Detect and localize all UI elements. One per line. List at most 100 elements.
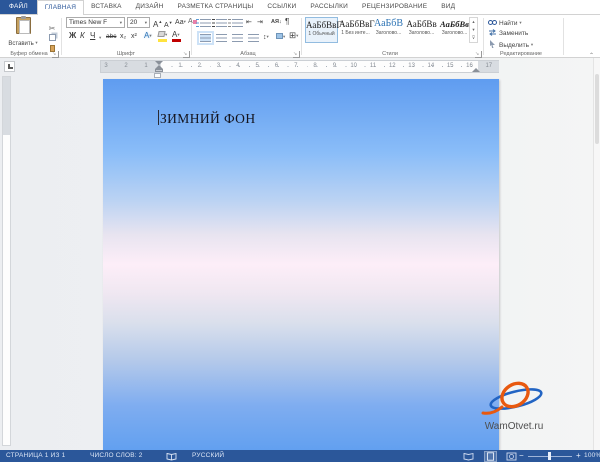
bold-button[interactable]: Ж	[69, 31, 76, 41]
ruler-number: 3	[217, 63, 220, 69]
font-dialog-launcher[interactable]: ↘	[183, 51, 190, 58]
zoom-level[interactable]: 100%	[584, 450, 600, 462]
grow-font-button[interactable]: А▲	[153, 17, 162, 30]
document-canvas: 3211234567891011121314151617 ЗИМНИЙ ФОН …	[0, 58, 600, 450]
tab-mailings[interactable]: РАССЫЛКИ	[303, 0, 355, 14]
styles-gallery-scroll[interactable]: ▴▾⊽	[469, 17, 478, 43]
document-text[interactable]: ЗИМНИЙ ФОН	[160, 111, 255, 127]
zoom-slider-thumb[interactable]	[548, 452, 551, 460]
document-page[interactable]: ЗИМНИЙ ФОН	[103, 79, 499, 450]
line-spacing-button[interactable]: ↕▾	[263, 32, 269, 42]
text-effects-button[interactable]: А▾	[144, 31, 152, 41]
change-case-button[interactable]: Аа▾	[175, 17, 186, 28]
editing-group-label: Редактирование	[486, 51, 556, 57]
tab-review[interactable]: РЕЦЕНЗИРОВАНИЕ	[355, 0, 434, 14]
style-heading2[interactable]: АаБбВв Заголово...	[405, 17, 438, 43]
language-status[interactable]: РУССКИЙ	[192, 450, 224, 462]
ruler-number: 3	[104, 63, 107, 69]
align-right-button[interactable]	[232, 34, 243, 42]
proofing-status-icon[interactable]	[166, 452, 177, 462]
justify-button[interactable]	[248, 34, 259, 42]
numbering-icon	[212, 19, 215, 27]
left-indent-marker[interactable]	[155, 69, 163, 72]
sort-button[interactable]: АЯ↓	[271, 18, 282, 27]
indent-handle[interactable]	[154, 73, 161, 78]
paste-button[interactable]: Вставить ▾	[4, 17, 42, 50]
tab-home[interactable]: ГЛАВНАЯ	[37, 0, 84, 15]
watermark: WamOtvet.ru	[472, 380, 556, 432]
ruler-number: 1	[178, 63, 181, 69]
replace-button[interactable]: Заменить	[488, 29, 528, 38]
zoom-in-button[interactable]: +	[576, 450, 581, 461]
select-button[interactable]: Выделить ▾	[488, 40, 533, 50]
style-preview: АаБбВв	[438, 18, 471, 30]
cut-button[interactable]: ✂	[45, 18, 59, 28]
ruler-number: 1	[144, 63, 147, 69]
multilevel-list-button[interactable]	[232, 19, 243, 27]
align-center-button[interactable]	[216, 34, 227, 42]
superscript-button[interactable]: х²	[131, 32, 137, 42]
subscript-button[interactable]: х₂	[120, 32, 126, 42]
tab-view[interactable]: ВИД	[434, 0, 462, 14]
zoom-out-button[interactable]: −	[519, 450, 524, 461]
tab-insert[interactable]: ВСТАВКА	[84, 0, 129, 14]
wamotvet-logo-icon	[472, 380, 556, 420]
italic-button[interactable]: К	[80, 31, 85, 41]
vertical-scrollbar[interactable]	[593, 58, 600, 450]
numbering-button[interactable]	[216, 19, 227, 27]
underline-button[interactable]: Ч	[90, 31, 95, 41]
find-icon	[488, 19, 497, 26]
ruler-number: 5	[256, 63, 259, 69]
show-marks-button[interactable]: ¶	[285, 17, 289, 26]
highlight-color-button[interactable]: ▾	[158, 30, 167, 40]
scrollbar-thumb[interactable]	[595, 74, 599, 144]
strikethrough-button[interactable]: abc	[106, 32, 116, 42]
font-color-bar	[172, 39, 181, 42]
ribbon: Вставить ▾ ✂ Буфер обмена ↘ Times New F▾…	[0, 14, 600, 58]
vertical-ruler[interactable]	[2, 76, 11, 446]
print-layout-button[interactable]	[485, 452, 496, 461]
clipboard-dialog-launcher[interactable]: ↘	[52, 51, 59, 58]
right-indent-marker[interactable]	[472, 68, 480, 72]
borders-button[interactable]: ⊞▾	[289, 31, 298, 40]
horizontal-ruler[interactable]: 3211234567891011121314151617	[100, 60, 499, 73]
clipboard-icon	[16, 17, 31, 34]
style-preview: АаБбВв	[405, 18, 438, 30]
style-heading1[interactable]: АаБбВ Заголово...	[372, 17, 405, 43]
decrease-indent-button[interactable]: ⇤	[246, 18, 252, 27]
styles-dialog-launcher[interactable]: ↘	[475, 51, 482, 58]
style-title[interactable]: АаБбВв Заголово...	[438, 17, 471, 43]
font-size-combo[interactable]: 20▾	[127, 17, 150, 28]
tab-file[interactable]: ФАЙЛ	[0, 0, 37, 14]
collapse-ribbon-button[interactable]: ⌃	[589, 52, 594, 59]
style-name: 1 Без инте...	[339, 30, 372, 36]
tab-references[interactable]: ССЫЛКИ	[260, 0, 303, 14]
underline-dropdown[interactable]: ▾	[99, 35, 101, 41]
style-name: Заголово...	[372, 30, 405, 36]
find-button[interactable]: Найти ▾	[488, 18, 522, 28]
tab-design[interactable]: ДИЗАЙН	[129, 0, 171, 14]
format-painter-button[interactable]	[45, 39, 59, 49]
shading-button[interactable]: ▾	[276, 32, 285, 42]
tab-layout[interactable]: РАЗМЕТКА СТРАНИЦЫ	[171, 0, 261, 14]
tab-stop-icon	[8, 64, 13, 69]
style-normal[interactable]: АаБбВвГ 1 Обычный	[305, 17, 338, 43]
paragraph-group-label: Абзац	[218, 51, 278, 57]
font-group-label: Шрифт	[96, 51, 156, 57]
ruler-number: 9	[333, 63, 336, 69]
font-color-button[interactable]: А▾	[172, 30, 180, 40]
style-name: 1 Обычный	[306, 31, 337, 37]
copy-button[interactable]	[45, 28, 59, 38]
style-no-spacing[interactable]: АаБбВвГ 1 Без инте...	[339, 17, 372, 43]
paragraph-dialog-launcher[interactable]: ↘	[293, 51, 300, 58]
ruler-left-margin	[101, 61, 161, 72]
align-left-button[interactable]	[200, 34, 211, 42]
word-count-status[interactable]: ЧИСЛО СЛОВ: 2	[90, 450, 143, 462]
bullets-button[interactable]	[200, 19, 211, 27]
increase-indent-button[interactable]: ⇥	[257, 18, 263, 27]
read-mode-button[interactable]	[463, 452, 474, 461]
tab-selector[interactable]	[4, 61, 15, 72]
font-name-combo[interactable]: Times New F▾	[66, 17, 125, 28]
page-count-status[interactable]: СТРАНИЦА 1 ИЗ 1	[6, 450, 65, 462]
web-layout-button[interactable]	[506, 452, 517, 461]
